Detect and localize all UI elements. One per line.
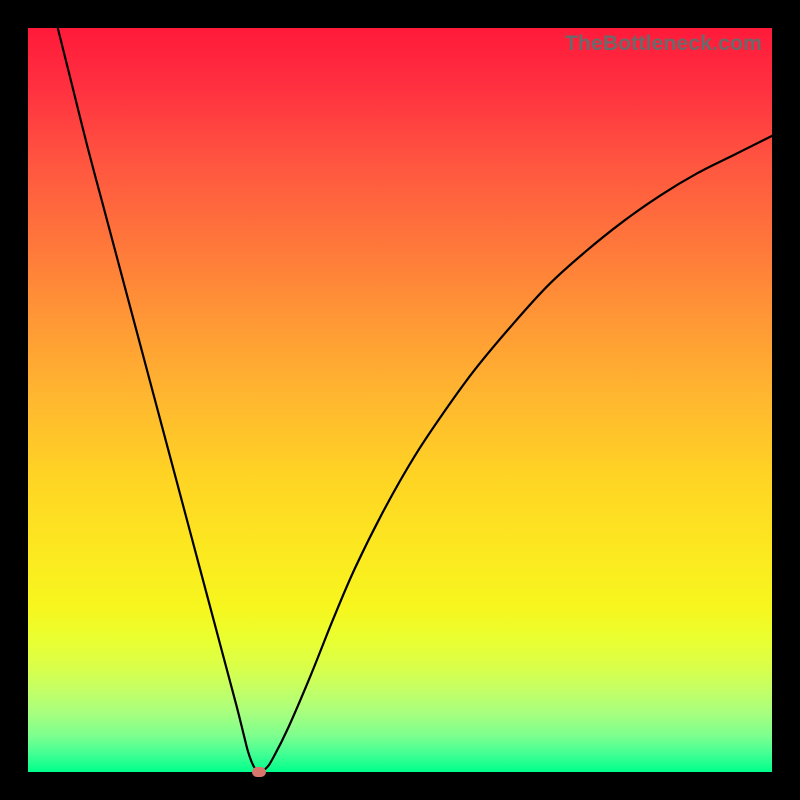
plot-area: TheBottleneck.com bbox=[28, 28, 772, 772]
curve-svg bbox=[28, 28, 772, 772]
optimum-marker bbox=[252, 767, 266, 777]
bottleneck-curve bbox=[58, 28, 772, 772]
chart-frame: TheBottleneck.com bbox=[0, 0, 800, 800]
